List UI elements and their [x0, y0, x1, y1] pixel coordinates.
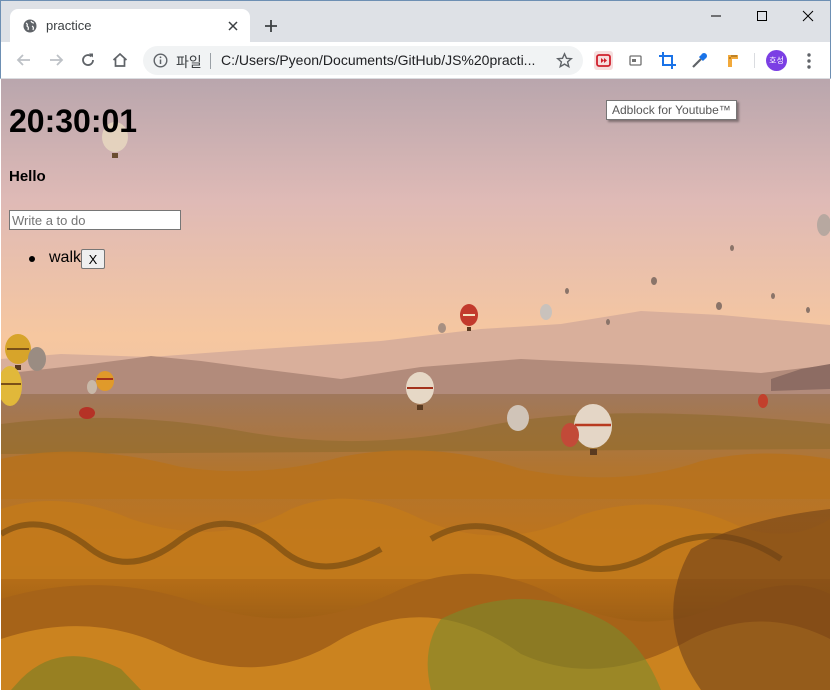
info-icon[interactable] — [153, 53, 168, 68]
balloon — [806, 307, 810, 313]
balloon — [716, 302, 722, 310]
balloon — [758, 394, 768, 408]
browser-titlebar: practice — [0, 0, 831, 43]
close-window-button[interactable] — [785, 1, 831, 31]
new-tab-icon[interactable] — [263, 18, 279, 34]
delete-todo-button[interactable]: X — [81, 249, 105, 269]
browser-tab[interactable]: practice — [10, 9, 250, 43]
maximize-icon — [757, 11, 767, 21]
balloon — [438, 323, 446, 333]
balloon — [28, 347, 46, 371]
balloon — [96, 371, 114, 391]
address-divider — [210, 53, 211, 69]
balloon — [540, 304, 552, 320]
ruler-extension-icon[interactable] — [723, 51, 742, 70]
balloon — [87, 380, 97, 394]
balloon — [771, 293, 775, 299]
balloon — [507, 405, 529, 431]
close-tab-icon[interactable] — [226, 19, 240, 33]
home-icon[interactable] — [111, 51, 129, 69]
reload-icon[interactable] — [79, 51, 97, 69]
page-viewport: 20:30:01 Hello walk X Adblock for Youtub… — [1, 79, 830, 690]
greeting: Hello — [9, 168, 46, 185]
background-image — [1, 79, 830, 690]
file-scheme-label: 파일 — [176, 55, 202, 71]
extension-tooltip: Adblock for Youtube™ — [606, 100, 737, 120]
bullet — [29, 256, 35, 262]
balloon — [79, 407, 95, 419]
balloon — [565, 288, 569, 294]
balloon — [606, 319, 610, 325]
maximize-button[interactable] — [739, 1, 785, 31]
tab-title: practice — [46, 18, 92, 33]
avatar[interactable]: 호성 — [766, 50, 787, 71]
arrow-left-icon[interactable] — [15, 51, 33, 69]
todo-text: walk — [49, 249, 82, 266]
minimize-button[interactable] — [693, 1, 739, 31]
globe-icon — [23, 19, 37, 33]
eyedropper-extension-icon[interactable] — [690, 51, 709, 70]
close-window-icon — [802, 10, 814, 22]
clock: 20:30:01 — [9, 103, 138, 139]
star-icon[interactable] — [556, 52, 573, 69]
adblock-youtube-extension-icon[interactable] — [594, 51, 613, 70]
screen-extension-icon[interactable] — [626, 51, 645, 70]
balloon — [730, 245, 734, 251]
balloon — [561, 423, 579, 447]
url-text[interactable]: C:/Users/Pyeon/Documents/GitHub/JS%20pra… — [221, 52, 535, 68]
toolbar-divider — [754, 53, 755, 68]
browser-toolbar: 파일 C:/Users/Pyeon/Documents/GitHub/JS%20… — [0, 42, 831, 79]
address-bar[interactable]: 파일 C:/Users/Pyeon/Documents/GitHub/JS%20… — [143, 46, 583, 75]
balloon — [651, 277, 657, 285]
todo-input[interactable] — [9, 210, 181, 230]
crop-extension-icon[interactable] — [658, 51, 677, 70]
kebab-menu-icon[interactable] — [799, 51, 819, 71]
arrow-right-icon[interactable] — [47, 51, 65, 69]
minimize-icon — [711, 15, 721, 17]
